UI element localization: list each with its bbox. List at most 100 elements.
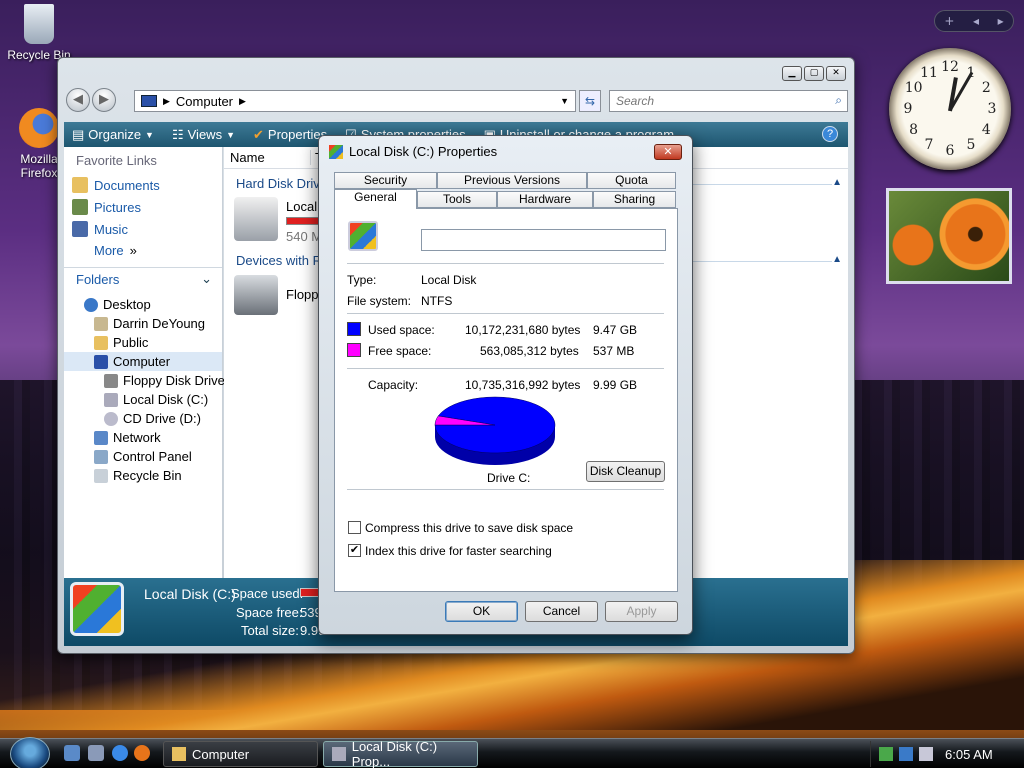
show-desktop-icon[interactable] — [64, 745, 80, 761]
maximize-button[interactable]: ▢ — [804, 66, 824, 81]
clock-numeral: 9 — [903, 101, 913, 117]
slideshow-gadget[interactable] — [886, 188, 1012, 284]
tree-label: Control Panel — [113, 449, 192, 464]
clock-numeral: 8 — [909, 122, 919, 138]
search-icon[interactable]: ⌕ — [835, 93, 842, 108]
system-tray: 6:05 AM — [870, 741, 1024, 767]
address-text: Computer — [175, 93, 233, 109]
total-size-label: Total size: — [241, 623, 299, 638]
folders-heading[interactable]: Folders ⌄ — [64, 267, 222, 291]
chevron-right-icon: ▶ — [163, 95, 170, 106]
clock-gadget[interactable]: 12 1 2 3 4 5 6 7 8 9 10 11 — [889, 48, 1011, 170]
views-button[interactable]: ☷ Views ▼ — [172, 127, 235, 143]
folders-label: Folders — [76, 272, 120, 287]
forward-button[interactable]: ▶ — [92, 88, 116, 112]
hard-drive-icon — [104, 392, 118, 407]
tab-general[interactable]: General — [334, 189, 417, 209]
favorite-music[interactable]: Music — [64, 218, 222, 240]
compress-label[interactable]: Compress this drive to save disk space — [365, 521, 573, 535]
properties-button[interactable]: ✔ Properties — [253, 127, 327, 143]
tray-volume-icon[interactable] — [919, 747, 933, 761]
clock-numeral: 7 — [924, 137, 934, 154]
tab-tools[interactable]: Tools — [417, 191, 497, 208]
tree-item-public[interactable]: Public — [64, 333, 222, 352]
hard-drive-icon — [70, 582, 124, 636]
address-bar[interactable]: ▶ Computer ▶ ▼ — [134, 90, 576, 112]
minimize-button[interactable]: ▁ — [782, 66, 802, 81]
free-space-swatch — [347, 343, 361, 357]
tree-item-recycle-bin[interactable]: Recycle Bin — [64, 466, 222, 485]
tab-hardware[interactable]: Hardware — [497, 191, 593, 208]
tree-label: Floppy Disk Drive — [123, 373, 225, 388]
add-gadget-button[interactable]: + — [944, 14, 954, 28]
tree-item-cd-drive[interactable]: CD Drive (D:) — [64, 409, 222, 428]
hard-drive-icon[interactable] — [234, 197, 278, 241]
tab-security[interactable]: Security — [334, 172, 437, 189]
firefox-icon[interactable] — [134, 745, 150, 761]
tree-label: Local Disk (C:) — [123, 392, 209, 407]
organize-button[interactable]: ▤ Organize ▼ — [72, 127, 154, 143]
prev-icon[interactable]: ◂ — [973, 14, 979, 28]
column-name[interactable]: Name — [230, 150, 310, 165]
space-free-label: Space free: — [236, 605, 303, 620]
switch-windows-icon[interactable] — [88, 745, 104, 761]
tree-label: Recycle Bin — [113, 468, 182, 483]
tab-previous-versions[interactable]: Previous Versions — [437, 172, 587, 189]
address-dropdown-icon[interactable]: ▼ — [560, 96, 569, 106]
chevron-up-icon[interactable]: ▲ — [832, 254, 842, 265]
type-value: Local Disk — [421, 273, 477, 287]
task-computer[interactable]: Computer — [163, 741, 318, 767]
clock-numeral: 1 — [966, 64, 976, 81]
file-system-label: File system: — [347, 294, 412, 308]
index-checkbox[interactable]: ✔ — [348, 544, 361, 557]
internet-explorer-icon[interactable] — [112, 745, 128, 761]
apply-button[interactable]: Apply — [605, 601, 678, 622]
tree-item-user[interactable]: Darrin DeYoung — [64, 314, 222, 333]
tree-item-control-panel[interactable]: Control Panel — [64, 447, 222, 466]
group-hard-disk[interactable]: Hard Disk Drive — [236, 176, 327, 191]
compress-checkbox[interactable] — [348, 521, 361, 534]
chevron-up-icon[interactable]: ▲ — [832, 177, 842, 188]
ok-button[interactable]: OK — [445, 601, 518, 622]
index-label[interactable]: Index this drive for faster searching — [365, 544, 552, 558]
local-disk-label[interactable]: Local — [286, 199, 317, 214]
favorite-more[interactable]: More » — [64, 240, 222, 261]
volume-label-input[interactable] — [421, 229, 666, 251]
clock-numeral: 5 — [966, 137, 976, 154]
hard-drive-icon — [348, 221, 378, 251]
favorite-links-heading: Favorite Links — [76, 153, 157, 168]
start-button[interactable] — [10, 737, 50, 768]
tree-item-local-disk[interactable]: Local Disk (C:) — [64, 390, 222, 409]
favorite-label: Pictures — [94, 199, 141, 215]
tray-shield-icon[interactable] — [879, 747, 893, 761]
tab-quota[interactable]: Quota — [587, 172, 676, 189]
folder-tree: Desktop Darrin DeYoung Public Computer F… — [64, 291, 225, 485]
task-label: Computer — [192, 746, 250, 762]
help-button[interactable]: ? — [822, 126, 838, 142]
task-properties[interactable]: Local Disk (C:) Prop... — [323, 739, 478, 768]
tree-item-computer[interactable]: Computer — [64, 352, 222, 371]
clock-time[interactable]: 6:05 AM — [945, 747, 993, 762]
tray-network-icon[interactable] — [899, 747, 913, 761]
tree-item-network[interactable]: Network — [64, 428, 222, 447]
recycle-bin-icon — [24, 4, 54, 44]
properties-dialog[interactable]: Local Disk (C:) Properties ✕ Security Pr… — [318, 135, 693, 635]
disk-cleanup-button[interactable]: Disk Cleanup — [586, 461, 665, 482]
tree-item-floppy[interactable]: Floppy Disk Drive — [64, 371, 225, 390]
next-icon[interactable]: ▸ — [998, 14, 1004, 28]
dialog-close-button[interactable]: ✕ — [654, 144, 682, 160]
desktop-icon-recycle-bin[interactable]: Recycle Bin — [4, 4, 74, 62]
search-input[interactable]: Search ⌕ — [609, 90, 848, 112]
tree-item-desktop[interactable]: Desktop — [64, 295, 222, 314]
floppy-drive-icon[interactable] — [234, 275, 278, 315]
cancel-button[interactable]: Cancel — [525, 601, 598, 622]
close-button[interactable]: ✕ — [826, 66, 846, 81]
back-button[interactable]: ◀ — [66, 88, 90, 112]
tab-sharing[interactable]: Sharing — [593, 191, 676, 208]
group-removable[interactable]: Devices with Re — [236, 253, 329, 268]
favorite-documents[interactable]: Documents — [64, 174, 222, 196]
sidebar-controls[interactable]: + ◂ ▸ — [934, 10, 1014, 32]
refresh-button[interactable]: ⇆ — [579, 90, 601, 112]
disk-usage-pie-chart — [434, 396, 556, 465]
favorite-pictures[interactable]: Pictures — [64, 196, 222, 218]
